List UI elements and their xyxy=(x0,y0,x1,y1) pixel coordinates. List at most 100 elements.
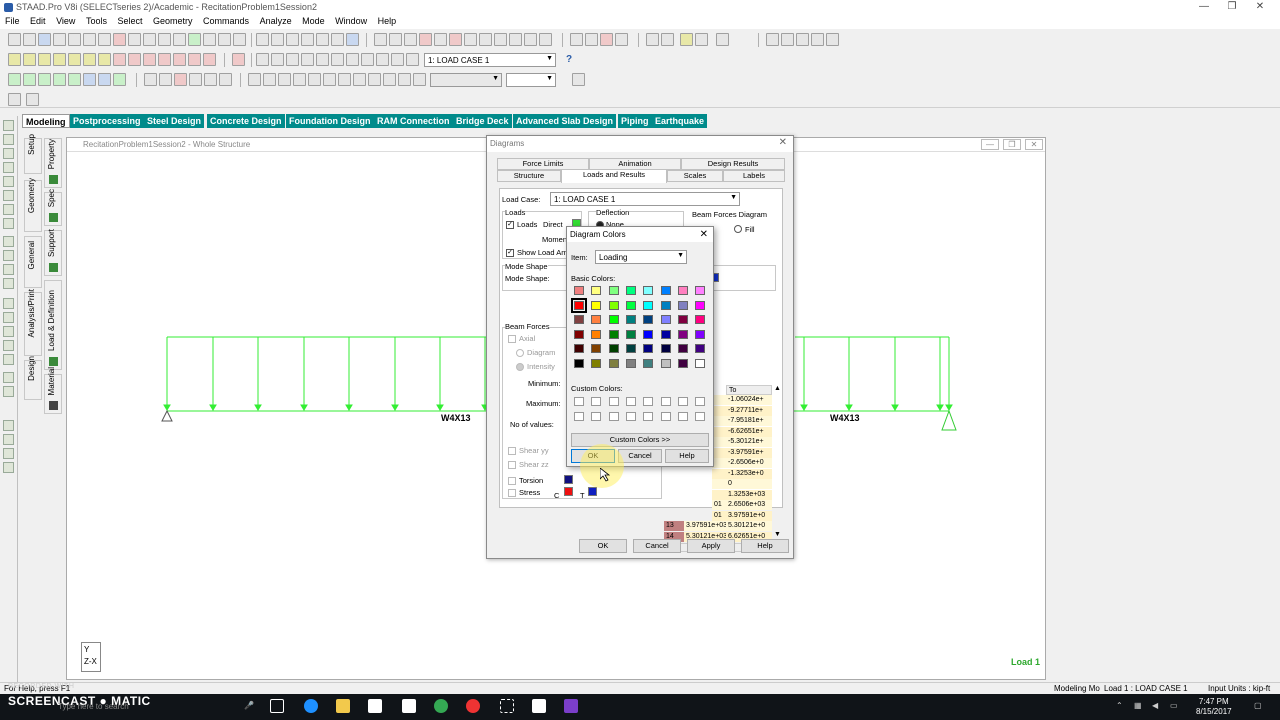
tool-icon[interactable] xyxy=(233,33,246,46)
tool-icon[interactable] xyxy=(3,340,14,351)
cursor-icon[interactable] xyxy=(3,134,14,145)
disabled-tool-icon[interactable] xyxy=(278,73,291,86)
move-icon[interactable] xyxy=(173,53,186,66)
subtab-load-definition[interactable]: Load & Definition xyxy=(44,280,62,370)
zoom-icon[interactable] xyxy=(406,53,419,66)
custom-color-slot[interactable] xyxy=(677,412,688,421)
zoom-icon[interactable] xyxy=(286,53,299,66)
view-icon[interactable] xyxy=(316,33,329,46)
help-icon[interactable] xyxy=(509,33,522,46)
tool-icon[interactable] xyxy=(3,298,14,309)
menu-view[interactable]: View xyxy=(53,15,78,26)
open-file-icon[interactable] xyxy=(23,33,36,46)
structure-icon[interactable] xyxy=(449,33,462,46)
mail-icon[interactable] xyxy=(402,699,416,713)
tool-icon[interactable] xyxy=(826,33,839,46)
fill-radio[interactable] xyxy=(734,225,742,233)
taskbar-search[interactable]: Type here to search xyxy=(58,702,129,711)
tool-icon[interactable] xyxy=(3,218,14,229)
tab-general[interactable]: General xyxy=(24,236,42,288)
tool-icon[interactable] xyxy=(3,372,14,383)
subtab-property[interactable]: Property xyxy=(44,138,62,188)
node-icon[interactable] xyxy=(68,73,81,86)
node-icon[interactable] xyxy=(23,73,36,86)
load-case-combo[interactable]: 1: LOAD CASE 1 ▼ xyxy=(424,53,556,67)
select-icon[interactable] xyxy=(83,53,96,66)
tool-icon[interactable] xyxy=(811,33,824,46)
color-swatch[interactable] xyxy=(625,300,636,310)
structure-icon[interactable] xyxy=(404,33,417,46)
color-swatch[interactable] xyxy=(677,300,688,310)
tool-icon[interactable] xyxy=(3,434,14,445)
color-swatch[interactable] xyxy=(643,300,654,310)
disabled-tool-icon[interactable] xyxy=(248,73,261,86)
color-swatch[interactable] xyxy=(695,315,706,325)
item-select[interactable]: Loading ▼ xyxy=(595,250,687,264)
custom-color-slot[interactable] xyxy=(591,412,602,421)
view-icon[interactable] xyxy=(346,33,359,46)
show-load-checkbox[interactable]: ✓ xyxy=(506,249,514,257)
menu-window[interactable]: Window xyxy=(332,15,370,26)
tool-icon[interactable] xyxy=(781,33,794,46)
select-icon[interactable] xyxy=(53,53,66,66)
color-swatch[interactable] xyxy=(660,344,671,354)
tab-setup[interactable]: Setup xyxy=(24,134,42,174)
color-swatch[interactable] xyxy=(643,315,654,325)
file-explorer-icon[interactable] xyxy=(336,699,350,713)
tool-icon[interactable] xyxy=(3,176,14,187)
spin-icon[interactable] xyxy=(572,73,585,86)
view-icon[interactable] xyxy=(301,33,314,46)
tool-icon[interactable] xyxy=(3,448,14,459)
tool-icon[interactable] xyxy=(188,33,201,46)
grid-icon[interactable] xyxy=(232,53,245,66)
color-swatch[interactable] xyxy=(677,344,688,354)
zoom-icon[interactable] xyxy=(256,53,269,66)
color-swatch[interactable] xyxy=(574,344,584,354)
select-icon[interactable] xyxy=(68,53,81,66)
tool-icon[interactable] xyxy=(3,250,14,261)
color-swatch[interactable] xyxy=(643,359,654,368)
tool-icon[interactable] xyxy=(695,33,708,46)
tool-icon[interactable] xyxy=(766,33,779,46)
tool-icon[interactable] xyxy=(26,93,39,106)
color-swatch[interactable] xyxy=(695,329,706,339)
color-swatch[interactable] xyxy=(660,359,671,368)
custom-color-slot[interactable] xyxy=(643,397,654,406)
results-icon[interactable] xyxy=(615,33,628,46)
color-swatch[interactable] xyxy=(695,344,706,354)
colors-cancel-button[interactable]: Cancel xyxy=(618,449,662,463)
disabled-tool-icon[interactable] xyxy=(413,73,426,86)
tool-icon[interactable] xyxy=(203,33,216,46)
color-swatch[interactable] xyxy=(695,300,706,310)
load-case-select[interactable]: 1: LOAD CASE 1 ▼ xyxy=(550,192,740,206)
close-button[interactable]: ✕ xyxy=(1240,0,1280,15)
draw-icon[interactable] xyxy=(144,73,157,86)
apply-button[interactable]: Apply xyxy=(687,539,735,553)
tab-labels[interactable]: Labels xyxy=(723,170,785,182)
tool-icon[interactable] xyxy=(3,326,14,337)
ok-button[interactable]: OK xyxy=(579,539,627,553)
custom-color-slot[interactable] xyxy=(591,397,602,406)
menu-help[interactable]: Help xyxy=(375,15,400,26)
tab-design[interactable]: Design xyxy=(24,356,42,400)
close-icon[interactable]: ✕ xyxy=(779,137,787,148)
close-icon[interactable]: ✕ xyxy=(700,229,708,240)
zoom-icon[interactable] xyxy=(361,53,374,66)
store-icon[interactable] xyxy=(368,699,382,713)
tab-earthquake[interactable]: Earthquake xyxy=(652,114,708,128)
move-icon[interactable] xyxy=(143,53,156,66)
color-swatch[interactable] xyxy=(591,359,602,368)
menu-geometry[interactable]: Geometry xyxy=(150,15,196,26)
color-swatch[interactable] xyxy=(660,300,671,310)
custom-color-slot[interactable] xyxy=(677,397,688,406)
tab-bridge-deck[interactable]: Bridge Deck xyxy=(453,114,512,128)
disabled-tool-icon[interactable] xyxy=(353,73,366,86)
custom-color-slot[interactable] xyxy=(695,397,706,406)
color-swatch[interactable] xyxy=(608,300,619,310)
keyboard-icon[interactable]: ▭ xyxy=(1170,701,1178,710)
menu-select[interactable]: Select xyxy=(114,15,145,26)
move-icon[interactable] xyxy=(113,53,126,66)
microphone-icon[interactable]: 🎤 xyxy=(244,701,254,710)
tool-icon[interactable] xyxy=(680,33,693,46)
tool-icon[interactable] xyxy=(646,33,659,46)
